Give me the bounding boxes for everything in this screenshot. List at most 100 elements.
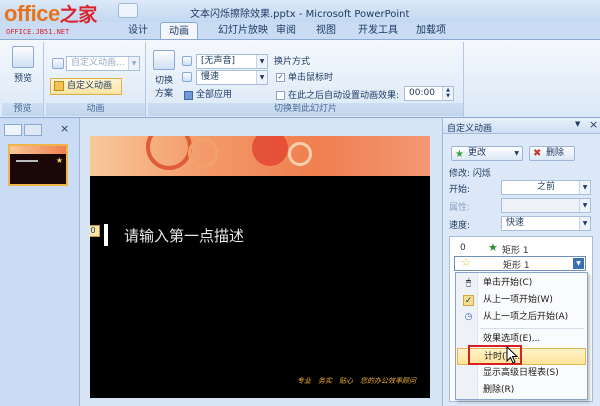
tab-animation[interactable]: 动画 bbox=[160, 22, 198, 39]
chevron-down-icon: ▼ bbox=[579, 217, 590, 230]
task-pane-header: 自定义动画 ▼ × bbox=[443, 118, 600, 134]
auto-advance-option[interactable]: 在此之后自动设置动画效果: bbox=[276, 88, 399, 101]
chevron-down-icon[interactable]: ▼ bbox=[573, 258, 584, 269]
tab-design[interactable]: 设计 bbox=[120, 22, 156, 39]
change-effect-label: 更改 bbox=[468, 148, 487, 158]
group-transition-label: 切换到此幻灯片 bbox=[148, 103, 463, 116]
chevron-down-icon: ▼ bbox=[579, 181, 590, 194]
tab-developer[interactable]: 开发工具 bbox=[350, 22, 406, 39]
auto-advance-checkbox[interactable] bbox=[276, 91, 285, 100]
slide-editor: 0 请输入第一点描述 专业 务实 贴心 您的办公效率顾问 bbox=[80, 118, 442, 406]
animate-combo[interactable]: 自定义动画... ▼ bbox=[66, 56, 140, 71]
property-label: 属性: bbox=[449, 203, 471, 213]
on-click-checkbox[interactable]: ✓ bbox=[276, 73, 285, 82]
slide-bullet-text[interactable]: 请输入第一点描述 bbox=[124, 225, 244, 246]
transition-sound-value: [无声音] bbox=[201, 56, 236, 66]
site-logo: office之家 OFFICE.JB51.NET bbox=[4, 2, 116, 38]
modify-label: 修改: 闪烁 bbox=[449, 169, 491, 179]
auto-advance-label: 在此之后自动设置动画效果: bbox=[288, 91, 400, 101]
on-click-option[interactable]: ✓ 单击鼠标时 bbox=[276, 70, 333, 83]
animation-list-item[interactable]: 0 ★ 矩形 1 bbox=[450, 241, 592, 256]
group-animation: 自定义动画... ▼ 自定义动画 动画 bbox=[46, 42, 146, 117]
custom-animation-button[interactable]: 自定义动画 bbox=[50, 78, 122, 95]
logo-domain: OFFICE.JB51.NET bbox=[6, 28, 70, 36]
star-icon: ★ bbox=[455, 149, 464, 160]
slide-thumbnail[interactable]: ★ bbox=[8, 144, 68, 186]
animation-list-item-selected[interactable]: ☆ 矩形 1 ▼ bbox=[454, 256, 586, 271]
menu-item-with-previous[interactable]: ✓ 从上一项开始(W) bbox=[457, 292, 586, 309]
item-name: 矩形 1 bbox=[503, 261, 530, 271]
custom-animation-label: 自定义动画 bbox=[67, 81, 113, 91]
preview-button[interactable]: 预览 bbox=[8, 46, 38, 84]
window-title: 文本闪烁擦除效果.pptx - Microsoft PowerPoint bbox=[190, 9, 410, 20]
menu-item-after-previous[interactable]: ◷ 从上一项之后开始(A) bbox=[457, 309, 586, 326]
start-label: 开始: bbox=[449, 185, 471, 195]
apply-all-button[interactable]: 全部应用 bbox=[184, 89, 232, 102]
remove-effect-button[interactable]: ✖ 删除 bbox=[529, 146, 575, 161]
decor-circle bbox=[288, 142, 312, 166]
change-effect-button[interactable]: ★ 更改 ▼ bbox=[451, 146, 523, 161]
animation-order-tag: 0 bbox=[90, 225, 100, 237]
chevron-down-icon: ▼ bbox=[579, 199, 590, 212]
transition-scheme-icon bbox=[153, 50, 175, 70]
thumbnail-text bbox=[16, 160, 38, 162]
transition-speed-value: 慢速 bbox=[201, 72, 220, 82]
decor-circle bbox=[252, 136, 288, 166]
chevron-down-icon[interactable]: ▼ bbox=[575, 120, 580, 128]
menu-item-label: 显示高级日程表(S) bbox=[483, 368, 559, 378]
group-preview-label: 预览 bbox=[2, 103, 43, 116]
task-pane-title: 自定义动画 bbox=[447, 124, 493, 134]
menu-item-show-timeline[interactable]: 显示高级日程表(S) bbox=[457, 365, 586, 382]
spinner-arrows-icon[interactable]: ▲ ▼ bbox=[442, 87, 453, 100]
clock-icon: ◷ bbox=[464, 312, 473, 322]
transition-scheme-button[interactable]: 切换 方案 bbox=[150, 50, 178, 99]
outline-tab[interactable] bbox=[24, 124, 42, 136]
check-icon: ✓ bbox=[463, 295, 474, 306]
menu-item-label: 从上一项开始(W) bbox=[483, 295, 553, 305]
auto-advance-time-spinner[interactable]: 00:00 ▲ ▼ bbox=[404, 86, 454, 101]
custom-animation-icon bbox=[54, 81, 64, 91]
effect-speed-combo[interactable]: 快速 ▼ bbox=[501, 216, 591, 231]
preview-icon bbox=[12, 46, 34, 68]
mouse-icon: 🖱 bbox=[465, 278, 472, 288]
tab-addins[interactable]: 加载项 bbox=[408, 22, 454, 39]
logo-brand-cn: 之家 bbox=[59, 5, 98, 26]
chevron-down-icon: ▼ bbox=[128, 57, 139, 70]
animation-context-menu: 🖱 单击开始(C) ✓ 从上一项开始(W) ◷ 从上一项之后开始(A) 效果选项… bbox=[455, 272, 588, 400]
menu-item-start-on-click[interactable]: 🖱 单击开始(C) bbox=[457, 275, 586, 292]
effect-speed-value: 快速 bbox=[506, 218, 525, 228]
group-animation-label: 动画 bbox=[46, 103, 145, 116]
speed-label: 速度: bbox=[449, 221, 471, 231]
apply-all-label: 全部应用 bbox=[196, 90, 233, 100]
close-icon[interactable]: × bbox=[60, 122, 69, 135]
menu-separator bbox=[480, 328, 584, 329]
speed-icon bbox=[182, 72, 192, 82]
close-icon[interactable]: × bbox=[589, 118, 598, 131]
slides-tab[interactable] bbox=[4, 124, 22, 136]
transition-sound-combo[interactable]: [无声音] ▼ bbox=[196, 54, 268, 69]
ribbon: 预览 预览 自定义动画... ▼ 自定义动画 动画 切换 方案 [无声音] ▼ … bbox=[0, 39, 600, 118]
transition-speed-combo[interactable]: 慢速 ▼ bbox=[196, 70, 268, 85]
sound-icon bbox=[182, 56, 192, 66]
menu-item-label: 效果选项(E)... bbox=[483, 334, 541, 344]
tab-review[interactable]: 审阅 bbox=[268, 22, 304, 39]
mouse-cursor-icon bbox=[506, 346, 519, 364]
item-name: 矩形 1 bbox=[502, 246, 529, 256]
tab-slideshow[interactable]: 幻灯片放映 bbox=[210, 22, 276, 39]
group-preview: 预览 预览 bbox=[2, 42, 44, 117]
quick-access-toolbar[interactable] bbox=[118, 3, 138, 18]
advance-heading: 换片方式 bbox=[274, 57, 311, 67]
start-combo[interactable]: 之前 ▼ bbox=[501, 180, 591, 195]
animation-star-icon: ★ bbox=[55, 156, 63, 165]
slides-pane: × ★ bbox=[0, 118, 80, 406]
on-click-label: 单击鼠标时 bbox=[288, 73, 334, 83]
animate-icon bbox=[52, 58, 64, 69]
slide-canvas[interactable]: 0 请输入第一点描述 专业 务实 贴心 您的办公效率顾问 bbox=[90, 136, 430, 398]
menu-item-remove[interactable]: 删除(R) bbox=[457, 382, 586, 399]
menu-item-label: 单击开始(C) bbox=[483, 278, 533, 288]
chevron-down-icon: ▼ bbox=[514, 150, 519, 157]
slide-footer: 专业 务实 贴心 您的办公效率顾问 bbox=[297, 377, 416, 385]
start-value: 之前 bbox=[536, 182, 555, 192]
auto-advance-time-value: 00:00 bbox=[409, 88, 435, 98]
tab-view[interactable]: 视图 bbox=[308, 22, 344, 39]
